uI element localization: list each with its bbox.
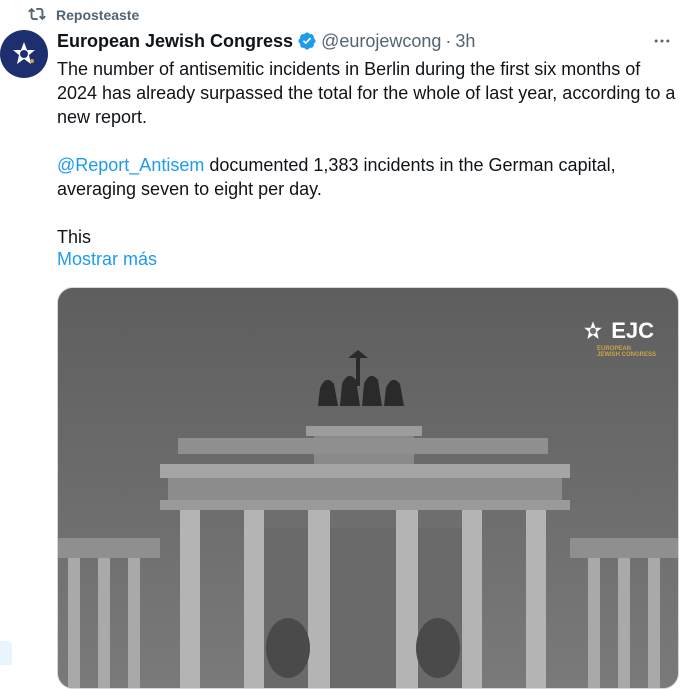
ejc-watermark-logo: EJC bbox=[581, 318, 654, 344]
verified-badge-icon[interactable] bbox=[297, 31, 317, 51]
ejc-star-logo-icon bbox=[13, 42, 35, 64]
tweet-text: The number of antisemitic incidents in B… bbox=[57, 57, 682, 249]
tweet-paragraph-1: The number of antisemitic incidents in B… bbox=[57, 59, 676, 127]
author-name[interactable]: European Jewish Congress bbox=[57, 31, 293, 52]
repost-label: Reposteaste bbox=[56, 7, 140, 23]
tweet-paragraph-3: This bbox=[57, 227, 92, 247]
tweet-media-image[interactable]: EJC EUROPEAN JEWISH CONGRESS bbox=[57, 287, 679, 689]
tweet-header: European Jewish Congress @eurojewcong · … bbox=[57, 30, 475, 52]
avatar[interactable] bbox=[0, 30, 48, 78]
tweet-paragraph-2: @Report_Antisem documented 1,383 inciden… bbox=[57, 153, 682, 201]
repost-indicator[interactable]: Reposteaste bbox=[28, 5, 139, 25]
ejc-logo-text: EJC bbox=[611, 318, 654, 343]
tweet[interactable]: Reposteaste European Jewish Congress @eu… bbox=[0, 0, 696, 689]
brandenburg-gate-photo bbox=[58, 288, 678, 688]
ejc-star-icon bbox=[581, 319, 605, 343]
mention-link[interactable]: @Report_Antisem bbox=[57, 155, 204, 175]
ejc-logo-subtext: EUROPEAN JEWISH CONGRESS bbox=[597, 346, 656, 358]
left-edge-panel bbox=[0, 641, 12, 665]
repost-icon bbox=[28, 5, 46, 26]
more-options-icon[interactable] bbox=[648, 30, 676, 52]
ejc-subtext-line-2: JEWISH CONGRESS bbox=[596, 352, 656, 358]
tweet-timestamp[interactable]: 3h bbox=[455, 31, 475, 52]
author-handle[interactable]: @eurojewcong bbox=[321, 31, 441, 52]
header-separator: · bbox=[445, 30, 452, 51]
show-more-link[interactable]: Mostrar más bbox=[57, 249, 157, 270]
